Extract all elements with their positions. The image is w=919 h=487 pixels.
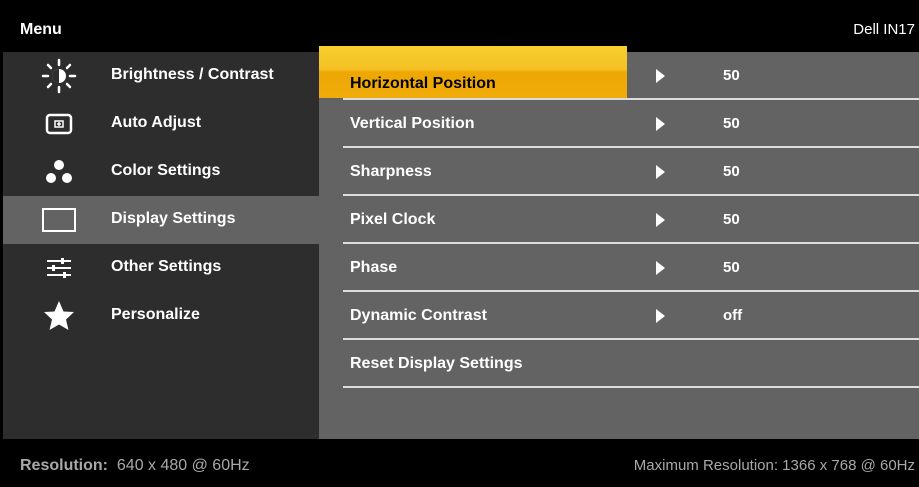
setting-row-reset-display-settings[interactable]: Reset Display Settings [319, 340, 919, 388]
sidebar-item-label: Auto Adjust [111, 114, 202, 131]
setting-label: Pixel Clock [350, 211, 436, 228]
setting-row-dynamic-contrast[interactable]: Dynamic Contrast off [319, 292, 919, 340]
setting-label: Dynamic Contrast [350, 307, 487, 324]
sidebar-item-label: Color Settings [111, 162, 221, 179]
sidebar-item-label: Display Settings [111, 210, 236, 227]
color-settings-icon [46, 160, 72, 183]
setting-row-phase[interactable]: Phase 50 [319, 244, 919, 292]
resolution-value: 640 x 480 @ 60Hz [116, 457, 250, 474]
sidebar-item-label: Brightness / Contrast [111, 66, 274, 83]
model-name: Dell IN17 [853, 21, 915, 38]
monitor-osd: Menu Dell IN17 Brightness / Contrast Aut… [0, 0, 919, 487]
sidebar-item-label: Personalize [111, 306, 200, 323]
sidebar-item-color-settings[interactable]: Color Settings [3, 148, 319, 196]
setting-value: 50 [723, 211, 740, 228]
sidebar-item-brightness-contrast[interactable]: Brightness / Contrast [3, 52, 319, 100]
resolution-label: Resolution: [20, 457, 108, 474]
setting-value: 50 [723, 163, 740, 180]
setting-value: 50 [723, 115, 740, 132]
brightness-icon [41, 58, 77, 94]
current-resolution: Resolution: 640 x 480 @ 60Hz [20, 457, 250, 475]
sidebar-item-personalize[interactable]: Personalize [3, 292, 319, 340]
setting-label: Sharpness [350, 163, 432, 180]
setting-label: Phase [350, 259, 398, 276]
sidebar-item-other-settings[interactable]: Other Settings [3, 244, 319, 292]
star-icon [44, 301, 74, 330]
auto-adjust-icon [45, 113, 73, 135]
osd-footer: Resolution: 640 x 480 @ 60Hz Maximum Res… [3, 439, 919, 487]
sidebar-item-auto-adjust[interactable]: Auto Adjust [3, 100, 319, 148]
row-divider [343, 386, 919, 388]
setting-value: 50 [723, 67, 740, 84]
display-settings-icon [42, 208, 76, 232]
setting-label: Horizontal Position [350, 75, 496, 92]
sidebar-item-label: Other Settings [111, 258, 222, 275]
sidebar: Brightness / Contrast Auto Adjust Color … [3, 52, 319, 439]
arrow-right-icon[interactable] [656, 69, 665, 83]
arrow-right-icon[interactable] [656, 165, 665, 179]
setting-value: off [723, 307, 743, 324]
setting-row-pixel-clock[interactable]: Pixel Clock 50 [319, 196, 919, 244]
setting-value: 50 [723, 259, 740, 276]
setting-row-vertical-position[interactable]: Vertical Position 50 [319, 100, 919, 148]
setting-row-sharpness[interactable]: Sharpness 50 [319, 148, 919, 196]
display-settings-panel: Horizontal Position 50 Vertical Position… [319, 46, 919, 439]
setting-label: Reset Display Settings [350, 355, 523, 372]
arrow-right-icon[interactable] [656, 261, 665, 275]
sidebar-item-display-settings[interactable]: Display Settings [3, 196, 319, 244]
max-resolution: Maximum Resolution: 1366 x 768 @ 60Hz [633, 457, 915, 474]
arrow-right-icon[interactable] [656, 117, 665, 131]
osd-header: Menu Dell IN17 [3, 3, 919, 52]
arrow-right-icon[interactable] [656, 213, 665, 227]
menu-title: Menu [20, 21, 62, 38]
setting-label: Vertical Position [350, 115, 475, 132]
sliders-icon [47, 258, 71, 278]
arrow-right-icon[interactable] [656, 309, 665, 323]
setting-row-horizontal-position[interactable]: Horizontal Position 50 [319, 46, 919, 100]
